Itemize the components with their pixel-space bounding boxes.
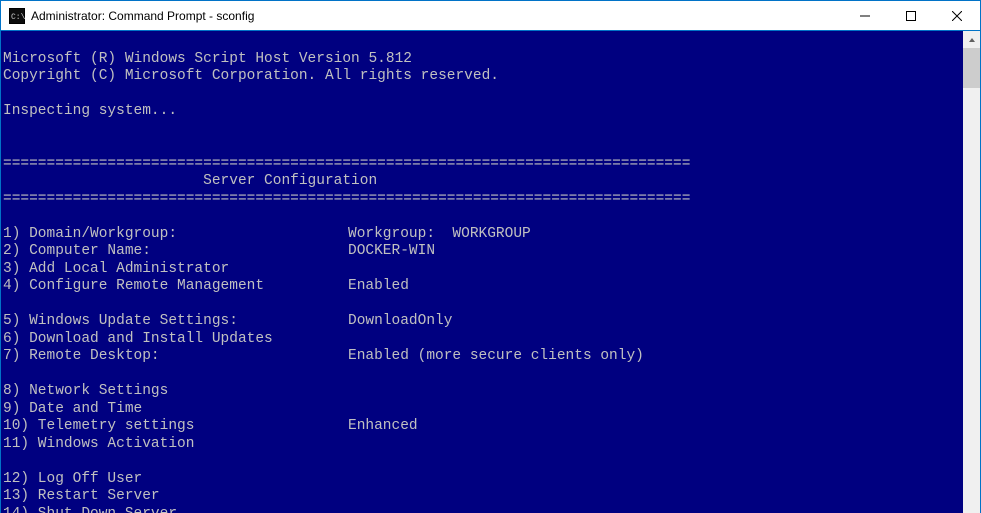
client-area: Microsoft (R) Windows Script Host Versio… [1,31,980,513]
menu-item-label: 3) Add Local Administrator [3,261,348,279]
menu-item-label: 7) Remote Desktop: [3,348,348,366]
menu-item-label: 5) Windows Update Settings: [3,313,348,331]
menu-item: 1) Domain/Workgroup:Workgroup: WORKGROUP [3,226,961,244]
menu-item: 5) Windows Update Settings:DownloadOnly [3,313,961,331]
menu-item-label: 13) Restart Server [3,488,348,506]
menu-item-label: 11) Windows Activation [3,436,348,454]
menu-item: 9) Date and Time [3,401,961,419]
maximize-button[interactable] [888,1,934,31]
banner-rule: ========================================… [3,156,690,174]
banner-rule: ========================================… [3,191,690,209]
menu-item: 13) Restart Server [3,488,961,506]
menu-item: 11) Windows Activation [3,436,961,454]
header-line: Microsoft (R) Windows Script Host Versio… [3,51,412,69]
window-title: Administrator: Command Prompt - sconfig [31,9,254,23]
menu-item-value: DownloadOnly [348,313,452,329]
menu-item-label: 2) Computer Name: [3,243,348,261]
scroll-up-arrow-icon[interactable] [963,31,980,48]
close-button[interactable] [934,1,980,31]
window-frame: C:\ Administrator: Command Prompt - scon… [0,0,981,513]
menu-item-value: DOCKER-WIN [348,243,435,259]
cmd-icon: C:\ [9,8,25,24]
menu-item: 2) Computer Name:DOCKER-WIN [3,243,961,261]
menu-item: 8) Network Settings [3,383,961,401]
menu-item-label: 14) Shut Down Server [3,506,348,513]
header-line: Copyright (C) Microsoft Corporation. All… [3,68,499,86]
menu-item-label: 8) Network Settings [3,383,348,401]
menu-item-value: Enabled [348,278,409,294]
menu-item-label: 1) Domain/Workgroup: [3,226,348,244]
menu-item-label: 6) Download and Install Updates [3,331,348,349]
menu-item [3,296,961,314]
menu-item: 12) Log Off User [3,471,961,489]
status-line: Inspecting system... [3,103,177,121]
menu-item-label: 12) Log Off User [3,471,348,489]
console-output[interactable]: Microsoft (R) Windows Script Host Versio… [1,31,963,513]
titlebar[interactable]: C:\ Administrator: Command Prompt - scon… [1,1,980,31]
menu-item [3,366,961,384]
svg-text:C:\: C:\ [11,13,25,22]
menu-item: 10) Telemetry settingsEnhanced [3,418,961,436]
menu-item: 7) Remote Desktop:Enabled (more secure c… [3,348,961,366]
menu-item: 14) Shut Down Server [3,506,961,513]
menu-item-value: Enhanced [348,418,418,434]
menu-item-value: Workgroup: WORKGROUP [348,226,531,242]
menu-item: 3) Add Local Administrator [3,261,961,279]
menu-list: 1) Domain/Workgroup:Workgroup: WORKGROUP… [3,226,961,513]
menu-item-label: 10) Telemetry settings [3,418,348,436]
banner-title: Server Configuration [3,173,377,191]
menu-item-label: 4) Configure Remote Management [3,278,348,296]
vertical-scrollbar[interactable] [963,31,980,513]
scroll-thumb[interactable] [963,48,980,88]
minimize-button[interactable] [842,1,888,31]
menu-item: 6) Download and Install Updates [3,331,961,349]
menu-item [3,453,961,471]
menu-item: 4) Configure Remote ManagementEnabled [3,278,961,296]
menu-item-label: 9) Date and Time [3,401,348,419]
menu-item-value: Enabled (more secure clients only) [348,348,644,364]
